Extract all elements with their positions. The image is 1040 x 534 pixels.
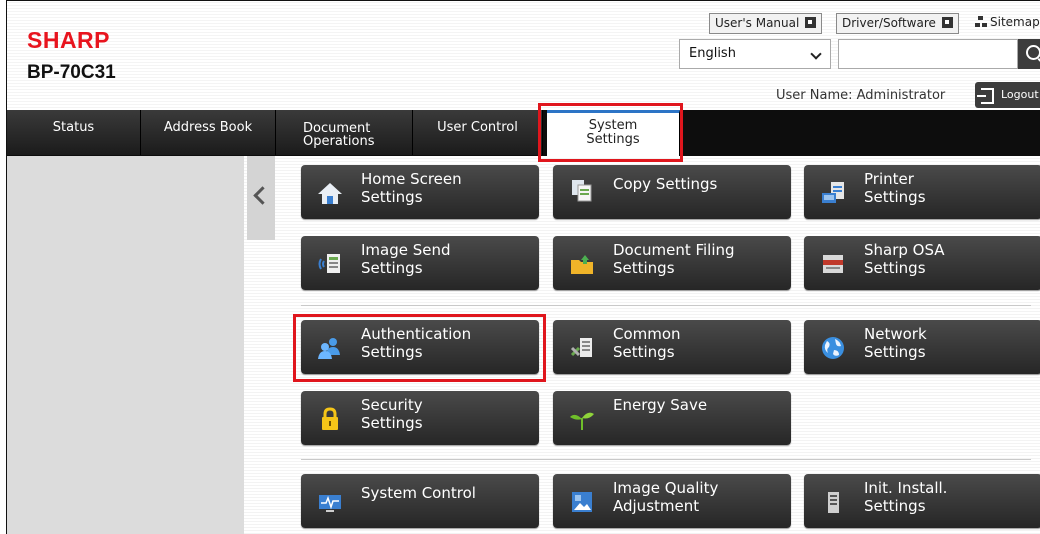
tab-address-book[interactable]: Address Book [141, 110, 276, 155]
home-icon [317, 180, 343, 206]
driver-software-label: Driver/Software [842, 16, 936, 30]
browser-frame: SHARP BP-70C31 User's Manual Driver/Soft… [6, 0, 1040, 534]
tile-label: Common Settings [613, 325, 681, 361]
sharp-osa-settings-button[interactable]: Sharp OSA Settings [804, 236, 1040, 290]
init-install-settings-button[interactable]: Init. Install. Settings [804, 474, 1040, 528]
highlight-authentication-settings [293, 314, 546, 382]
sidebar-collapse-button[interactable] [247, 156, 275, 240]
logout-icon [977, 88, 994, 104]
section-divider [301, 305, 1031, 306]
logout-button[interactable]: Logout [975, 82, 1040, 108]
section-divider [301, 459, 1031, 460]
language-value: English [689, 46, 736, 61]
common-settings-button[interactable]: Common Settings [553, 320, 791, 374]
driver-software-link[interactable]: Driver/Software [836, 13, 959, 34]
tab-label: User Control [437, 120, 518, 135]
tab-label: Address Book [163, 120, 253, 135]
folder-icon [569, 251, 595, 277]
common-settings-icon [569, 335, 595, 361]
tile-label: Image Quality Adjustment [613, 479, 719, 515]
tile-label: Copy Settings [613, 175, 718, 193]
tile-label: Image Send Settings [361, 241, 451, 277]
image-quality-adjustment-button[interactable]: Image Quality Adjustment [553, 474, 791, 528]
leaf-icon [569, 406, 595, 432]
image-quality-icon [569, 489, 595, 515]
image-send-icon [317, 251, 343, 277]
external-link-icon [941, 17, 953, 28]
home-screen-settings-button[interactable]: Home Screen Settings [301, 165, 539, 219]
system-control-button[interactable]: System Control [301, 474, 539, 528]
user-name-label: User Name: Administrator [776, 88, 946, 103]
monitor-icon [317, 489, 343, 515]
tab-document-operations[interactable]: Document Operations [276, 110, 413, 155]
tab-label: Status [52, 120, 95, 135]
tile-label: Network Settings [864, 325, 927, 361]
globe-icon [820, 335, 846, 361]
chevron-down-icon [810, 48, 822, 60]
main-tabs: Status Address Book Document Operations … [7, 110, 1040, 156]
external-link-icon [805, 17, 817, 28]
tile-label: Document Filing Settings [613, 241, 735, 277]
highlight-system-settings-tab [538, 103, 683, 162]
users-manual-link[interactable]: User's Manual [709, 13, 823, 34]
copy-icon [569, 177, 595, 203]
sitemap-icon [975, 16, 987, 27]
sidebar-panel [7, 156, 244, 534]
document-filing-settings-button[interactable]: Document Filing Settings [553, 236, 791, 290]
users-manual-label: User's Manual [715, 16, 800, 30]
chevron-left-icon [253, 186, 272, 205]
tile-label: Security Settings [361, 396, 423, 432]
network-settings-button[interactable]: Network Settings [804, 320, 1040, 374]
tab-user-control[interactable]: User Control [413, 110, 543, 155]
search-input[interactable] [838, 39, 1018, 69]
tile-label: Sharp OSA Settings [864, 241, 945, 277]
language-select[interactable]: English [679, 39, 831, 69]
printer-settings-button[interactable]: Printer Settings [804, 165, 1040, 219]
security-settings-button[interactable]: Security Settings [301, 391, 539, 445]
tile-label: Init. Install. Settings [864, 479, 948, 515]
sharp-logo: SHARP [27, 27, 111, 53]
sitemap-label: Sitemap [990, 15, 1040, 29]
search-button[interactable] [1018, 39, 1040, 69]
model-name: BP-70C31 [27, 62, 116, 83]
tile-label: System Control [361, 484, 476, 502]
tile-label: Energy Save [613, 396, 708, 414]
osa-icon [820, 251, 846, 277]
tower-icon [820, 489, 846, 515]
copy-settings-button[interactable]: Copy Settings [553, 165, 791, 219]
tab-label: Operations [303, 134, 375, 149]
lock-icon [317, 406, 343, 432]
tile-label: Printer Settings [864, 170, 926, 206]
printer-icon [820, 180, 846, 206]
tile-label: Home Screen Settings [361, 170, 462, 206]
energy-save-button[interactable]: Energy Save [553, 391, 791, 445]
tab-status[interactable]: Status [7, 110, 141, 155]
sitemap-link[interactable]: Sitemap [975, 15, 1040, 29]
image-send-settings-button[interactable]: Image Send Settings [301, 236, 539, 290]
search-icon [1026, 45, 1040, 60]
logout-label: Logout [1001, 88, 1039, 101]
